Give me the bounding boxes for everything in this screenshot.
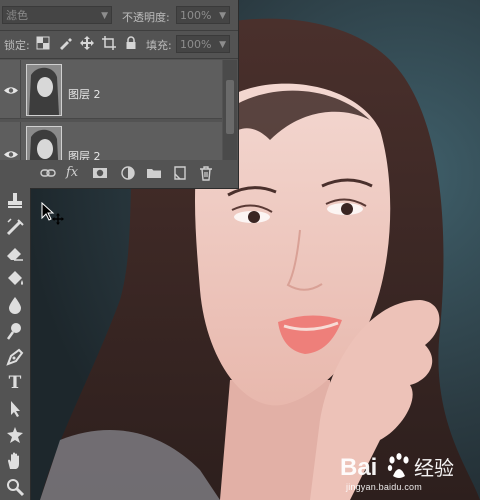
eye-icon[interactable]	[4, 86, 18, 95]
lock-artboard-icon[interactable]	[102, 36, 116, 50]
separator	[0, 30, 238, 31]
opacity-field[interactable]: 100% ▼	[176, 6, 230, 24]
layers-panel: 滤色 ▼ 不透明度: 100% ▼ 锁定: 填充: 100% ▼ 图层 2 图层…	[0, 0, 239, 189]
divider	[20, 60, 21, 118]
opacity-value: 100%	[180, 9, 212, 22]
tools-panel: T	[0, 188, 31, 500]
new-layer-icon[interactable]	[172, 165, 188, 181]
layers-scrollbar[interactable]	[223, 60, 237, 160]
stamp-tool-icon[interactable]	[4, 190, 26, 212]
link-icon[interactable]	[40, 165, 56, 181]
svg-text:Bai: Bai	[340, 454, 377, 481]
separator	[0, 58, 238, 59]
lock-row: 锁定: 填充: 100% ▼	[0, 34, 238, 54]
blur-drop-icon[interactable]	[4, 294, 26, 316]
layer-thumbnail[interactable]	[26, 64, 62, 116]
chevron-down-icon: ▼	[219, 40, 226, 50]
fx-icon[interactable]: fx	[66, 165, 82, 181]
layer-thumbnail[interactable]	[26, 126, 62, 160]
layer-row[interactable]: 图层 2	[0, 60, 222, 119]
mask-icon[interactable]	[92, 165, 108, 181]
pen-icon[interactable]	[4, 346, 26, 368]
blend-mode-value: 滤色	[6, 9, 28, 22]
custom-shape-icon[interactable]	[4, 424, 26, 446]
chevron-down-icon: ▼	[101, 11, 108, 21]
adjustment-icon[interactable]	[120, 165, 136, 181]
folder-icon[interactable]	[146, 165, 162, 181]
lock-all-icon[interactable]	[124, 36, 138, 50]
fill-field[interactable]: 100% ▼	[176, 35, 230, 53]
blend-mode-select[interactable]: 滤色 ▼	[2, 6, 112, 24]
baidu-jingyan-watermark: Bai 经验 jingyan.baidu.com	[336, 446, 476, 496]
fill-label: 填充:	[146, 39, 172, 52]
path-select-icon[interactable]	[4, 398, 26, 420]
paint-bucket-icon[interactable]	[4, 268, 26, 290]
lock-image-pixels-icon[interactable]	[58, 36, 72, 50]
blend-options-row: 滤色 ▼ 不透明度: 100% ▼	[0, 4, 238, 26]
watermark-url: jingyan.baidu.com	[346, 482, 422, 492]
eraser-icon[interactable]	[4, 242, 26, 264]
fill-value: 100%	[180, 38, 212, 51]
layer-name[interactable]: 图层 2	[68, 86, 101, 102]
lock-transparent-pixels-icon[interactable]	[36, 36, 50, 50]
layer-row[interactable]: 图层 2	[0, 122, 222, 161]
baidu-logo: Bai 经验	[340, 453, 454, 481]
lock-label: 锁定:	[4, 39, 30, 52]
eye-icon[interactable]	[4, 150, 18, 159]
zoom-tool-icon[interactable]	[4, 476, 26, 498]
type-tool-icon[interactable]: T	[4, 372, 26, 394]
dodge-icon[interactable]	[4, 320, 26, 342]
healing-brush-icon[interactable]	[4, 216, 26, 238]
layers-panel-footer: fx	[0, 160, 238, 188]
move-cursor-icon	[41, 202, 64, 225]
lock-position-icon[interactable]	[80, 36, 94, 50]
opacity-label: 不透明度:	[122, 11, 170, 24]
chevron-down-icon: ▼	[219, 11, 226, 21]
scrollbar-thumb[interactable]	[226, 80, 234, 134]
hand-tool-icon[interactable]	[4, 450, 26, 472]
svg-text:经验: 经验	[414, 456, 454, 480]
divider	[20, 122, 21, 160]
trash-icon[interactable]	[198, 165, 214, 181]
